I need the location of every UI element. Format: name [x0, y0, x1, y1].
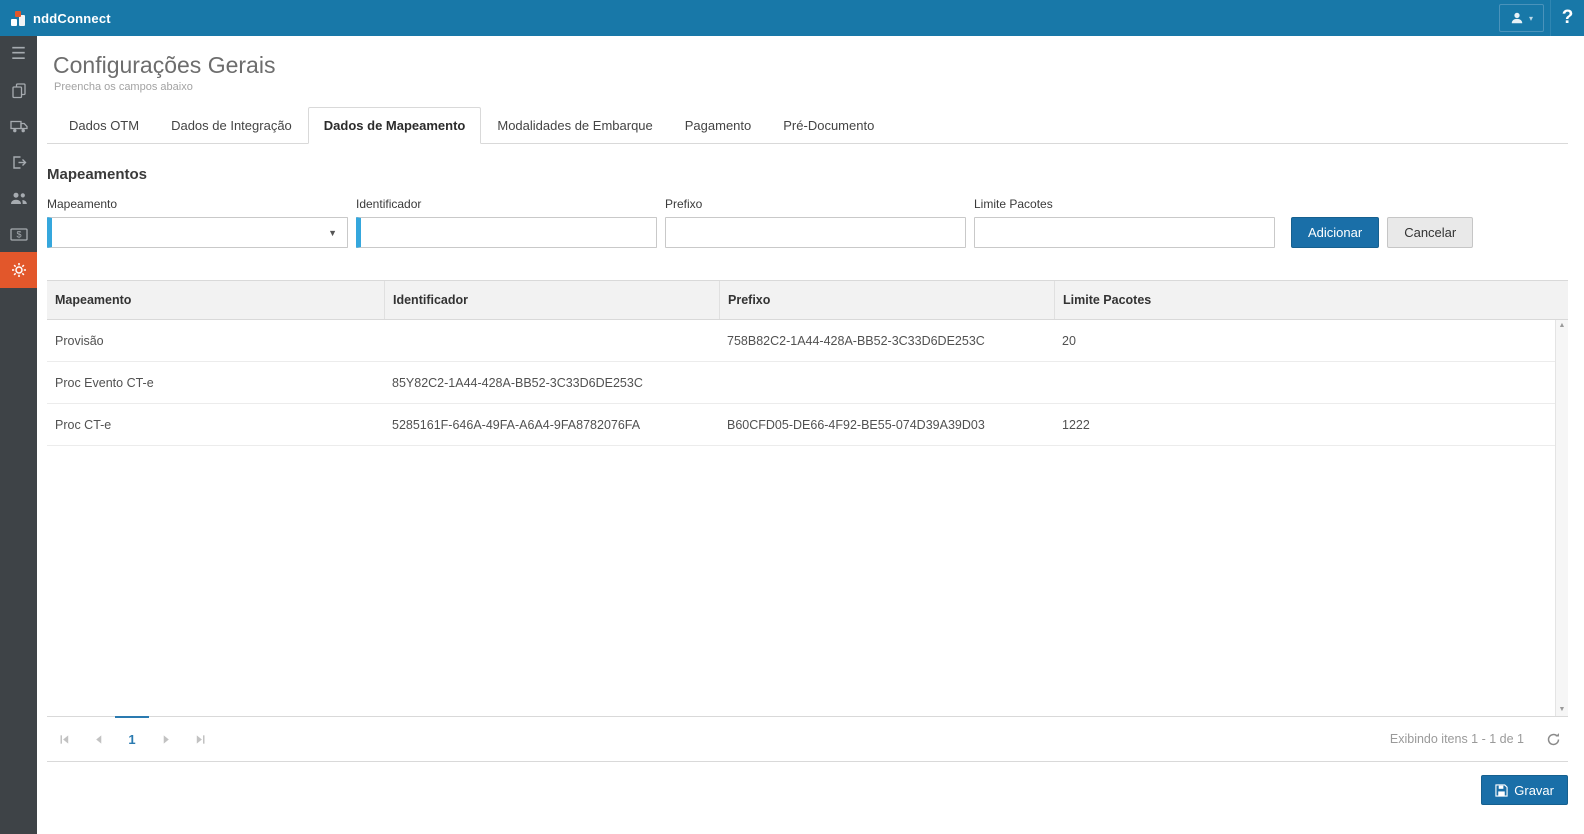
pager-last-button[interactable]: [183, 717, 217, 761]
pager-status: Exibindo itens 1 - 1 de 1: [1390, 717, 1538, 761]
tab-dados-mapeamento[interactable]: Dados de Mapeamento: [308, 107, 482, 144]
prefixo-field: Prefixo: [665, 197, 966, 248]
first-page-icon: [58, 733, 71, 746]
sidebar-item-billing[interactable]: $: [0, 216, 37, 252]
money-icon: $: [10, 228, 28, 241]
adicionar-button[interactable]: Adicionar: [1291, 217, 1379, 248]
table-cell-limite-pacotes: 20: [1054, 334, 1551, 348]
tab-strip: Dados OTM Dados de Integração Dados de M…: [47, 107, 1568, 144]
table-cell-mapeamento: Provisão: [47, 334, 384, 348]
sidebar-item-users[interactable]: [0, 180, 37, 216]
page-title: Configurações Gerais: [53, 52, 1568, 79]
cancelar-button[interactable]: Cancelar: [1387, 217, 1473, 248]
user-menu-button[interactable]: ▾: [1499, 4, 1544, 32]
column-header-limite-pacotes[interactable]: Limite Pacotes: [1054, 281, 1551, 319]
prefixo-input[interactable]: [665, 217, 966, 248]
save-icon: [1495, 784, 1508, 797]
table-row[interactable]: Proc Evento CT-e 85Y82C2-1A44-428A-BB52-…: [47, 362, 1568, 404]
tab-modalidades-embarque[interactable]: Modalidades de Embarque: [481, 107, 668, 144]
limite-pacotes-label: Limite Pacotes: [974, 197, 1275, 211]
main-content: Configurações Gerais Preencha os campos …: [37, 36, 1584, 834]
table-cell-mapeamento: Proc CT-e: [47, 418, 384, 432]
table-cell-limite-pacotes: 1222: [1054, 418, 1551, 432]
sign-out-icon: [11, 155, 27, 170]
table-cell-prefixo: B60CFD05-DE66-4F92-BE55-074D39A39D03: [719, 418, 1054, 432]
table-header-row: Mapeamento Identificador Prefixo Limite …: [47, 281, 1568, 320]
identificador-input[interactable]: [356, 217, 657, 248]
table-row[interactable]: Provisão 758B82C2-1A44-428A-BB52-3C33D6D…: [47, 320, 1568, 362]
hamburger-icon: ☰: [11, 44, 26, 64]
table-cell-mapeamento: Proc Evento CT-e: [47, 376, 384, 390]
chevron-down-icon: ▾: [1529, 14, 1533, 23]
limite-pacotes-input[interactable]: [974, 217, 1275, 248]
footer-bar: Gravar: [47, 762, 1568, 805]
refresh-icon: [1546, 732, 1561, 747]
mapping-form: Mapeamento ▼ Identificador Prefixo Limit…: [47, 197, 1568, 248]
limite-pacotes-field: Limite Pacotes: [974, 197, 1275, 248]
mapeamento-select[interactable]: ▼: [47, 217, 348, 248]
help-button[interactable]: ?: [1550, 0, 1584, 36]
tab-dados-otm[interactable]: Dados OTM: [53, 107, 155, 144]
gravar-button[interactable]: Gravar: [1481, 775, 1568, 805]
column-header-prefixo[interactable]: Prefixo: [719, 281, 1054, 319]
pagination-bar: 1 Exibindo itens 1 - 1 de 1: [47, 716, 1568, 762]
tab-pagamento[interactable]: Pagamento: [669, 107, 768, 144]
vertical-scrollbar[interactable]: ▲ ▼: [1555, 320, 1568, 716]
users-icon: [10, 191, 28, 205]
brand: nddConnect: [0, 10, 111, 27]
refresh-button[interactable]: [1538, 717, 1568, 761]
pages-icon: [11, 82, 27, 99]
last-page-icon: [194, 733, 207, 746]
sidebar-item-documents[interactable]: [0, 72, 37, 108]
section-heading: Mapeamentos: [47, 166, 1568, 183]
tab-dados-integracao[interactable]: Dados de Integração: [155, 107, 308, 144]
table-cell-identificador: 5285161F-646A-49FA-A6A4-9FA8782076FA: [384, 418, 719, 432]
sidebar-item-transport[interactable]: [0, 108, 37, 144]
pager-first-button[interactable]: [47, 717, 81, 761]
brand-name: nddConnect: [33, 11, 111, 26]
next-page-icon: [160, 733, 173, 746]
select-caret-icon: ▼: [328, 228, 339, 238]
scroll-up-icon[interactable]: ▲: [1559, 322, 1566, 330]
prefixo-label: Prefixo: [665, 197, 966, 211]
mapeamento-label: Mapeamento: [47, 197, 348, 211]
mapeamento-field: Mapeamento ▼: [47, 197, 348, 248]
table-row[interactable]: Proc CT-e 5285161F-646A-49FA-A6A4-9FA878…: [47, 404, 1568, 446]
previous-page-icon: [92, 733, 105, 746]
column-header-identificador[interactable]: Identificador: [384, 281, 719, 319]
tab-pre-documento[interactable]: Pré-Documento: [767, 107, 890, 144]
identificador-label: Identificador: [356, 197, 657, 211]
user-icon: [1510, 11, 1524, 25]
sidebar-item-export[interactable]: [0, 144, 37, 180]
topbar: nddConnect ▾ ?: [0, 0, 1584, 36]
svg-text:$: $: [16, 229, 21, 239]
table-cell-prefixo: 758B82C2-1A44-428A-BB52-3C33D6DE253C: [719, 334, 1054, 348]
gravar-label: Gravar: [1514, 783, 1554, 798]
gear-icon: [11, 262, 27, 278]
page-subtitle: Preencha os campos abaixo: [54, 81, 1568, 93]
identificador-field: Identificador: [356, 197, 657, 248]
sidebar: ☰: [0, 36, 37, 834]
sidebar-toggle-button[interactable]: ☰: [0, 36, 37, 72]
mappings-table: Mapeamento Identificador Prefixo Limite …: [47, 280, 1568, 762]
scroll-down-icon[interactable]: ▼: [1559, 706, 1566, 714]
truck-icon: [10, 119, 28, 133]
pager-prev-button[interactable]: [81, 717, 115, 761]
column-header-mapeamento[interactable]: Mapeamento: [47, 281, 384, 319]
pager-page-1[interactable]: 1: [115, 716, 149, 761]
sidebar-item-settings[interactable]: [0, 252, 37, 288]
table-cell-identificador: 85Y82C2-1A44-428A-BB52-3C33D6DE253C: [384, 376, 719, 390]
table-body: Provisão 758B82C2-1A44-428A-BB52-3C33D6D…: [47, 320, 1568, 716]
pager-next-button[interactable]: [149, 717, 183, 761]
nddconnect-logo-icon: [10, 10, 27, 27]
